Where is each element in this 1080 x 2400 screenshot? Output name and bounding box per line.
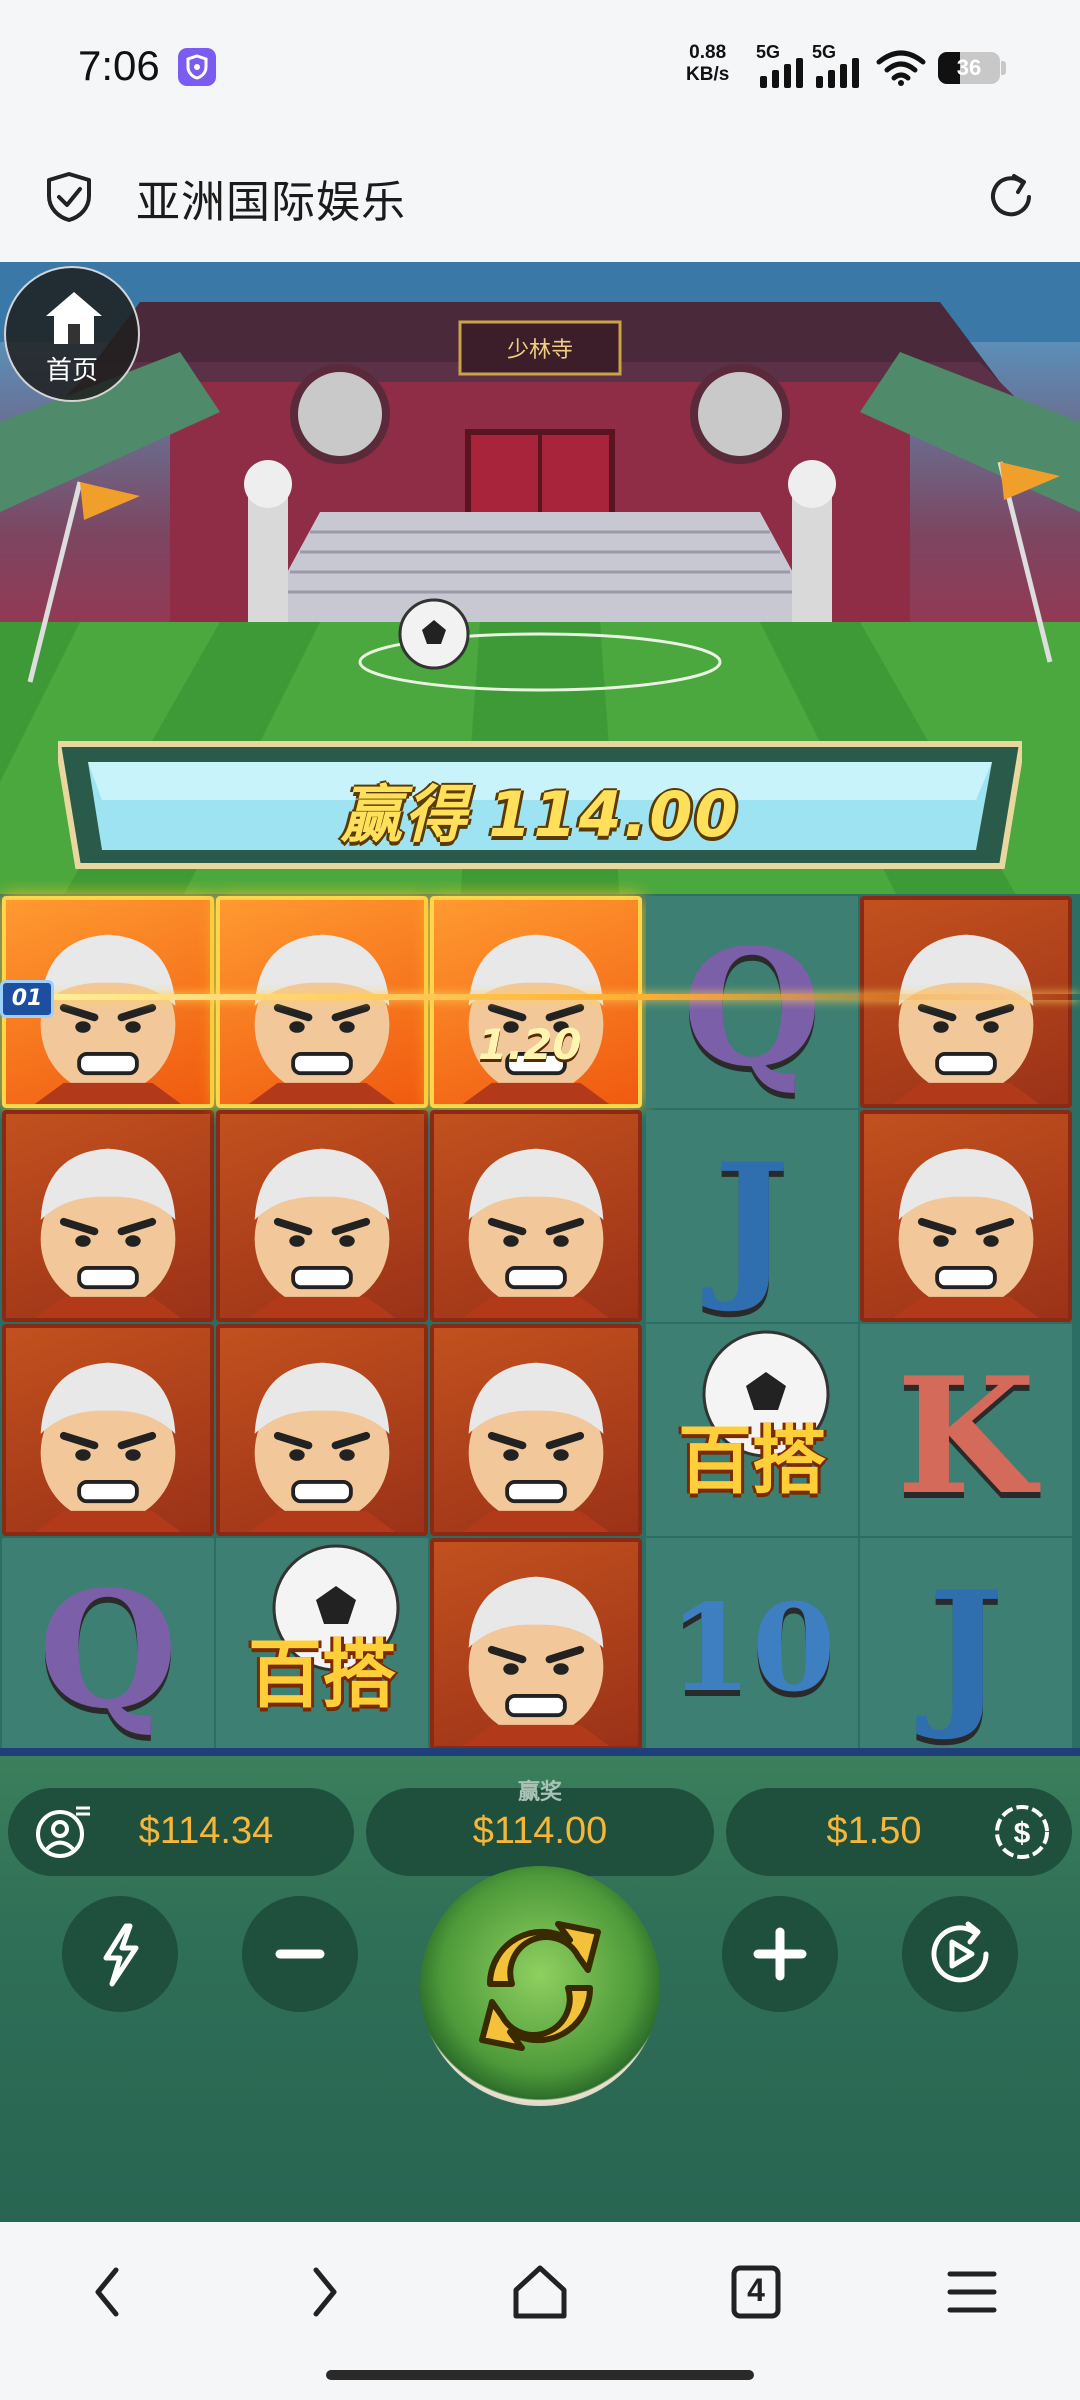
reel-symbol-10: 10 — [646, 1538, 858, 1750]
page-title[interactable]: 亚洲国际娱乐 — [136, 166, 406, 230]
reel-symbol-monk — [2, 1324, 214, 1536]
reel-symbol-glyph: Q — [38, 1556, 178, 1744]
network-speed: 0.88 KB/s — [686, 42, 729, 86]
reel-symbol-j: J — [646, 1110, 858, 1322]
monk-icon — [248, 1148, 396, 1318]
balance-display[interactable]: $114.34 — [8, 1788, 354, 1876]
chevron-right-icon — [313, 2267, 337, 2317]
reel-symbol-q: Q — [646, 896, 858, 1108]
wifi-icon — [876, 50, 926, 90]
reel-symbol-glyph: 10 — [668, 1578, 836, 1719]
autoplay-icon — [931, 1921, 989, 1983]
balance-value: $114.34 — [138, 1810, 274, 1852]
reel-symbol-monk — [216, 1110, 428, 1322]
payline-badge: 01 — [0, 980, 54, 1018]
monk-icon — [462, 934, 610, 1104]
monk-icon — [462, 1362, 610, 1532]
home-button[interactable]: 首页 — [4, 266, 140, 402]
win-amount-display: 赢得 114.00 — [0, 764, 1080, 854]
reload-icon[interactable] — [984, 170, 1038, 228]
turbo-button[interactable] — [62, 1896, 178, 2012]
payline-highlight — [0, 994, 1080, 1000]
win-amount: 114.00 — [488, 778, 740, 851]
reel-symbol-monk — [216, 896, 428, 1108]
status-time: 7:06 — [78, 42, 160, 89]
minus-icon — [275, 1949, 325, 1959]
win-multiplier: 1.20 — [478, 1020, 582, 1069]
network-speed-unit: KB/s — [686, 64, 730, 85]
home-label: 首页 — [45, 356, 98, 386]
monk-icon — [34, 1148, 182, 1318]
home-nav-button[interactable] — [500, 2252, 580, 2332]
gesture-bar[interactable] — [326, 2370, 754, 2380]
monk-icon — [34, 1362, 182, 1532]
reel-symbol-j: J — [860, 1538, 1072, 1750]
autoplay-button[interactable] — [902, 1896, 1018, 2012]
reel-symbol-monk — [430, 1538, 642, 1750]
monk-icon — [462, 1148, 610, 1318]
bet-display[interactable]: $1.50 $ — [726, 1788, 1072, 1876]
increase-bet-button[interactable] — [722, 1896, 838, 2012]
decrease-bet-button[interactable] — [242, 1896, 358, 2012]
wild-label: 百搭 — [678, 1418, 826, 1504]
vpn-shield-icon — [178, 48, 216, 86]
plus-icon — [753, 1927, 807, 1981]
site-security-icon[interactable] — [44, 170, 94, 228]
battery-tip — [1001, 61, 1006, 75]
reel-symbol-monk — [860, 896, 1072, 1108]
forward-button[interactable] — [284, 2252, 364, 2332]
chevron-left-icon — [95, 2267, 119, 2317]
reel-symbol-wild: 百搭 — [646, 1324, 858, 1536]
tabs-button[interactable]: 4 — [716, 2252, 796, 2332]
reel-symbol-monk — [2, 1110, 214, 1322]
home-icon — [46, 292, 102, 344]
reel-symbol-glyph: K — [896, 1342, 1036, 1530]
temple-sign: 少林寺 — [507, 338, 573, 363]
battery-level: 36 — [956, 55, 982, 80]
back-button[interactable] — [68, 2252, 148, 2332]
monk-icon — [248, 934, 396, 1104]
reel-symbol-q: Q — [2, 1538, 214, 1750]
lightning-icon — [103, 1923, 139, 1987]
reel-symbol-wild: 百搭 — [216, 1538, 428, 1750]
network-speed-value: 0.88 — [689, 42, 727, 63]
spin-button[interactable] — [420, 1866, 660, 2106]
spin-icon — [479, 1921, 601, 2051]
dollar-icon: $ — [995, 1805, 1049, 1859]
reel-symbol-monk — [430, 1324, 642, 1536]
reel-symbol-monk — [216, 1324, 428, 1536]
menu-button[interactable] — [932, 2252, 1012, 2332]
monk-icon — [892, 1148, 1040, 1318]
reel-symbol-monk — [430, 1110, 642, 1322]
reel-symbol-glyph: Q — [682, 914, 822, 1102]
win-label: 赢得 — [340, 778, 469, 851]
win-value: $114.00 — [472, 1810, 608, 1852]
battery-icon: 36 — [938, 52, 1000, 84]
monk-icon — [892, 934, 1040, 1104]
reel-symbol-k: K — [860, 1324, 1072, 1536]
tab-count: 4 — [747, 2272, 765, 2308]
reel-symbol-glyph: J — [714, 1128, 790, 1316]
house-icon — [513, 2265, 567, 2319]
win-caption: 赢奖 — [517, 1780, 562, 1805]
reel-symbol-glyph: J — [928, 1556, 1004, 1744]
reel-symbol-monk — [430, 896, 642, 1108]
wild-label: 百搭 — [248, 1632, 396, 1718]
svg-text:$: $ — [1014, 1817, 1031, 1850]
menu-icon — [947, 2271, 997, 2313]
reel-symbol-monk — [860, 1110, 1072, 1322]
monk-icon — [248, 1362, 396, 1532]
monk-icon — [462, 1576, 610, 1746]
